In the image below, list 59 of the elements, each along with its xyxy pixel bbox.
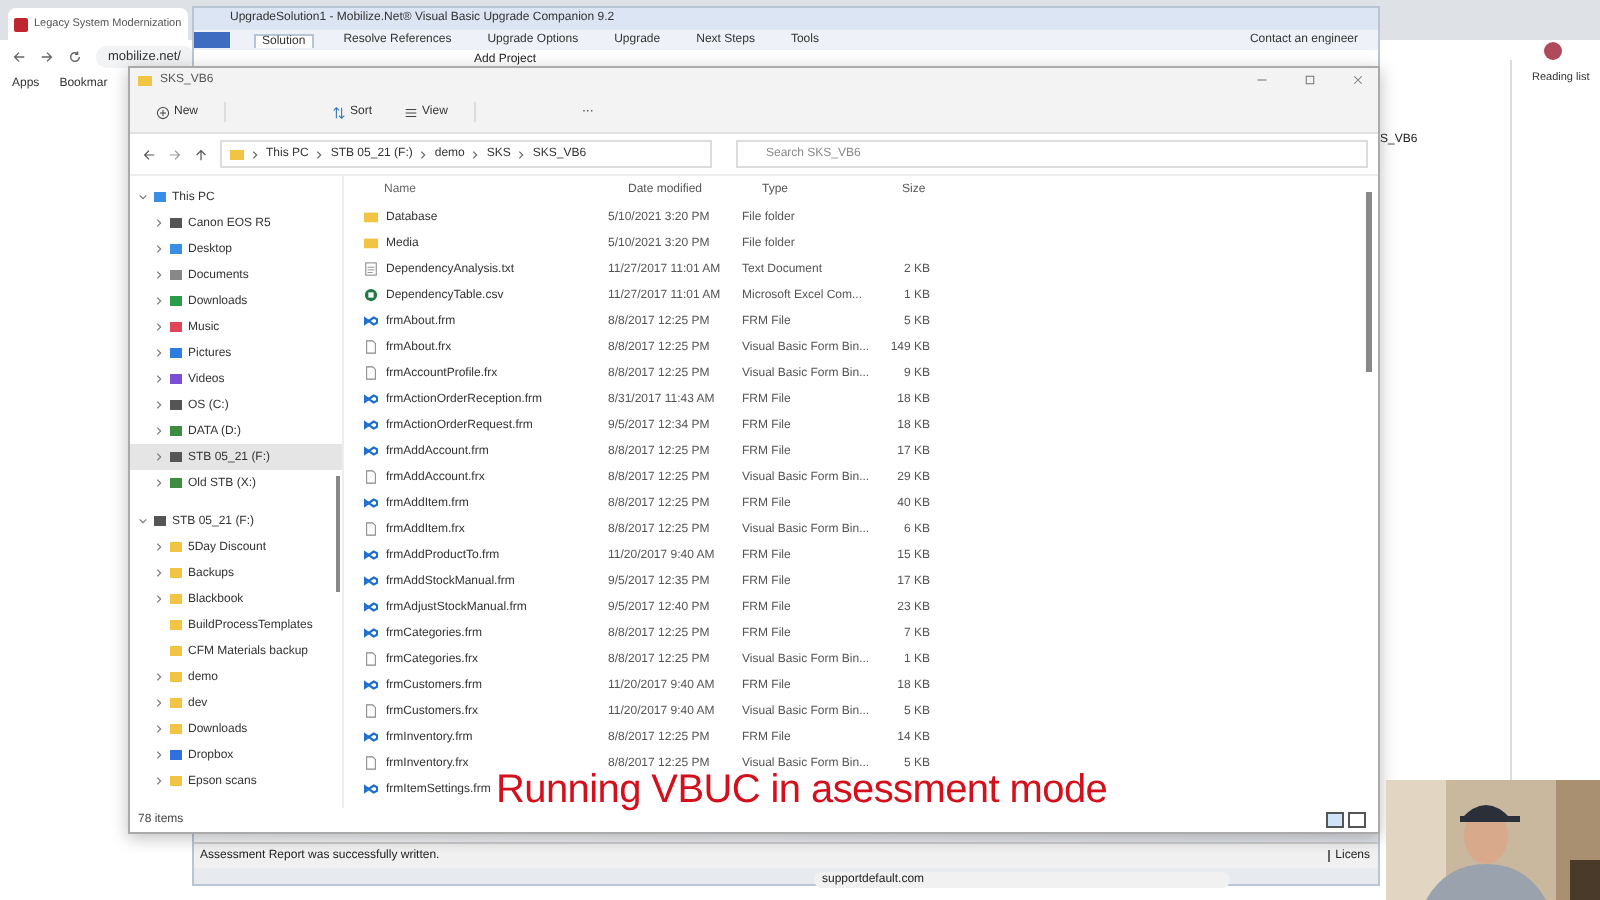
chevron-icon[interactable] — [154, 724, 164, 734]
folder-icon — [170, 620, 182, 630]
chevron-icon[interactable] — [154, 568, 164, 578]
folder-icon — [170, 698, 182, 708]
chevron-icon[interactable] — [470, 149, 481, 159]
chevron-icon[interactable] — [154, 374, 164, 384]
code-file-icon — [364, 782, 378, 796]
reload-icon[interactable] — [68, 49, 82, 63]
folder-icon — [170, 542, 182, 552]
chevron-icon[interactable] — [154, 218, 164, 228]
folder-icon — [170, 672, 182, 682]
chevron-icon[interactable] — [250, 149, 260, 159]
video-caption: Running VBUC in asessment mode — [496, 770, 1108, 810]
plus-circle-icon — [156, 105, 170, 119]
minimize-icon[interactable] — [1256, 74, 1268, 86]
maximize-icon[interactable] — [1304, 74, 1316, 86]
chevron-icon[interactable] — [138, 192, 148, 202]
folder-icon — [170, 568, 182, 578]
folder-icon — [170, 594, 182, 604]
chevron-icon[interactable] — [154, 698, 164, 708]
forward-icon[interactable] — [40, 49, 54, 63]
chevron-icon[interactable] — [154, 776, 164, 786]
code-file-icon — [364, 314, 378, 328]
tiles-view-icon[interactable] — [1348, 812, 1366, 828]
details-view-icon[interactable] — [1326, 812, 1344, 828]
chevron-icon[interactable] — [154, 426, 164, 436]
list-icon — [404, 105, 419, 119]
forward-icon[interactable] — [168, 147, 182, 161]
chevron-icon[interactable] — [314, 149, 325, 159]
folder-icon — [170, 646, 182, 656]
chevron-icon[interactable] — [154, 296, 164, 306]
chevron-icon[interactable] — [154, 594, 164, 604]
close-icon[interactable] — [1352, 74, 1364, 86]
folder-icon — [230, 149, 244, 159]
back-icon[interactable] — [12, 49, 26, 63]
code-file-icon — [364, 678, 378, 692]
chevron-icon[interactable] — [154, 478, 164, 488]
site-icon — [14, 17, 28, 31]
back-icon[interactable] — [142, 147, 156, 161]
chevron-icon[interactable] — [418, 149, 429, 159]
chevron-icon[interactable] — [154, 452, 164, 462]
chevron-icon[interactable] — [154, 244, 164, 254]
spreadsheet-icon — [364, 288, 378, 302]
code-file-icon — [364, 730, 378, 744]
chevron-icon[interactable] — [516, 149, 527, 159]
chevron-icon[interactable] — [154, 270, 164, 280]
sort-icon — [332, 105, 347, 119]
chevron-icon[interactable] — [154, 348, 164, 358]
code-file-icon — [364, 496, 378, 510]
chevron-icon[interactable] — [138, 516, 148, 526]
folder-icon — [138, 75, 152, 85]
chevron-icon[interactable] — [154, 322, 164, 332]
chevron-icon[interactable] — [154, 542, 164, 552]
folder-icon — [170, 776, 182, 786]
chevron-icon[interactable] — [154, 672, 164, 682]
up-icon[interactable] — [194, 147, 208, 161]
folder-icon — [170, 724, 182, 734]
chevron-icon[interactable] — [154, 400, 164, 410]
chevron-icon[interactable] — [154, 750, 164, 760]
